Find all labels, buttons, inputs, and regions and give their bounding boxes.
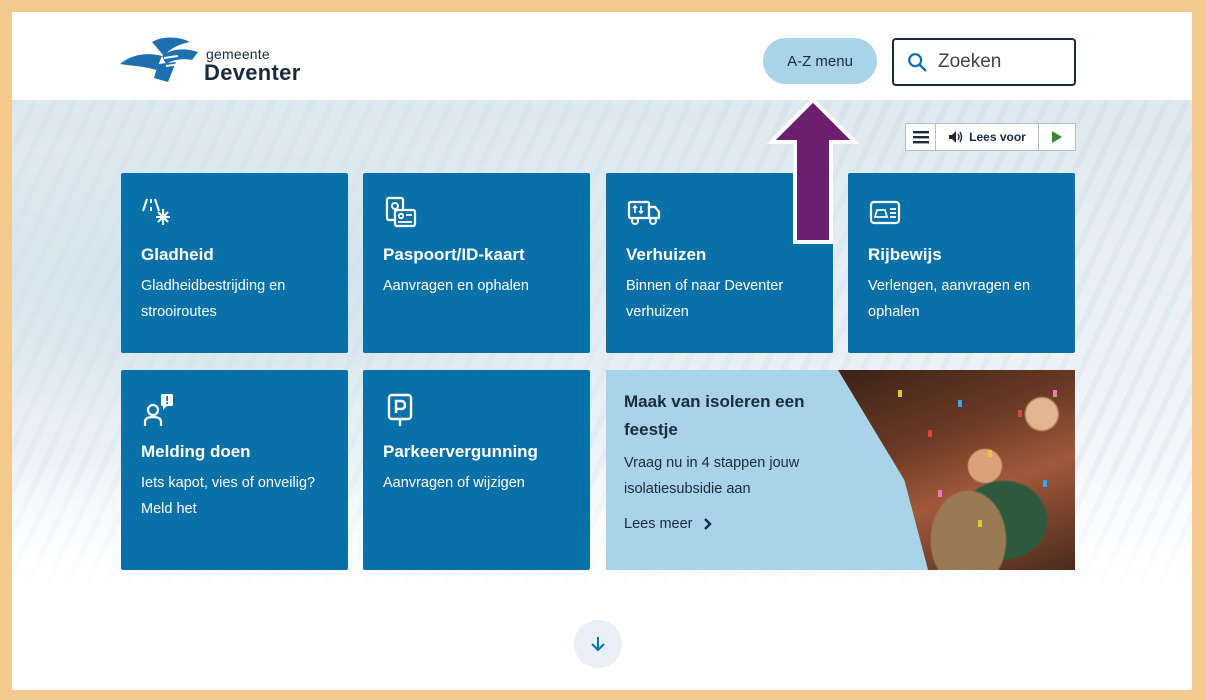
browser-frame: gemeente Deventer A-Z menu Lees v <box>12 12 1192 690</box>
parking-icon <box>387 393 413 426</box>
tile-parkeervergunning[interactable]: Parkeervergunning Aanvragen of wijzigen <box>363 370 590 570</box>
tile-rijbewijs[interactable]: Rijbewijs Verlengen, aanvragen en ophale… <box>848 173 1075 353</box>
play-icon <box>1052 131 1062 143</box>
tile-subtitle: Iets kapot, vies of onveilig? Meld het <box>141 475 316 517</box>
tile-subtitle: Aanvragen en ophalen <box>383 278 529 294</box>
speaker-icon <box>949 131 963 143</box>
az-menu-button[interactable]: A-Z menu <box>763 38 877 84</box>
tile-subtitle: Gladheidbestrijding en strooiroutes <box>141 278 286 320</box>
tile-paspoort[interactable]: Paspoort/ID-kaart Aanvragen en ophalen <box>363 173 590 353</box>
promo-body: Vraag nu in 4 stappen jouw isolatiesubsi… <box>624 455 800 497</box>
tile-title: Melding doen <box>141 442 251 461</box>
chevron-right-icon <box>703 518 712 530</box>
readspeaker-bar: Lees voor <box>905 123 1076 151</box>
annotation-arrow-icon <box>767 97 859 244</box>
tile-title: Paspoort/ID-kaart <box>383 245 525 264</box>
arrow-down-icon <box>591 637 605 652</box>
moving-truck-icon <box>627 200 661 225</box>
snow-road-icon <box>142 198 170 225</box>
tile-title: Parkeervergunning <box>383 442 538 461</box>
promo-link-label: Lees meer <box>624 516 693 532</box>
report-person-icon <box>143 394 173 426</box>
promo-read-more-link[interactable]: Lees meer <box>624 516 834 532</box>
play-button[interactable] <box>1039 124 1075 150</box>
read-aloud-label: Lees voor <box>969 130 1026 144</box>
promo-isoleren[interactable]: Maak van isoleren een feestje Vraag nu i… <box>606 370 1075 570</box>
passport-id-icon <box>385 196 417 228</box>
search-input[interactable] <box>938 51 1058 73</box>
promo-text: Maak van isoleren een feestje Vraag nu i… <box>624 388 834 532</box>
tile-subtitle: Aanvragen of wijzigen <box>383 475 525 491</box>
search-icon <box>908 53 927 72</box>
scroll-down-button[interactable] <box>574 620 622 668</box>
search-box[interactable] <box>892 38 1076 86</box>
tile-gladheid[interactable]: Gladheid Gladheidbestrijding en strooiro… <box>121 173 348 353</box>
tile-title: Rijbewijs <box>868 245 942 264</box>
tile-title: Verhuizen <box>626 245 707 264</box>
deventer-bird-logo-icon <box>120 37 198 82</box>
tile-subtitle: Binnen of naar Deventer verhuizen <box>626 278 784 320</box>
hamburger-icon <box>912 131 929 144</box>
readspeaker-menu-button[interactable] <box>906 124 936 150</box>
site-header: gemeente Deventer A-Z menu <box>12 12 1192 100</box>
promo-party-photo <box>838 370 1075 570</box>
read-aloud-button[interactable]: Lees voor <box>936 124 1039 150</box>
tile-subtitle: Verlengen, aanvragen en ophalen <box>868 278 1031 320</box>
tile-melding-doen[interactable]: Melding doen Iets kapot, vies of onveili… <box>121 370 348 570</box>
promo-title: Maak van isoleren een feestje <box>624 392 805 439</box>
logo-title: Deventer <box>204 60 301 85</box>
drivers-license-icon <box>869 200 901 225</box>
deventer-logo[interactable]: gemeente Deventer <box>118 34 318 90</box>
tile-title: Gladheid <box>141 245 214 264</box>
